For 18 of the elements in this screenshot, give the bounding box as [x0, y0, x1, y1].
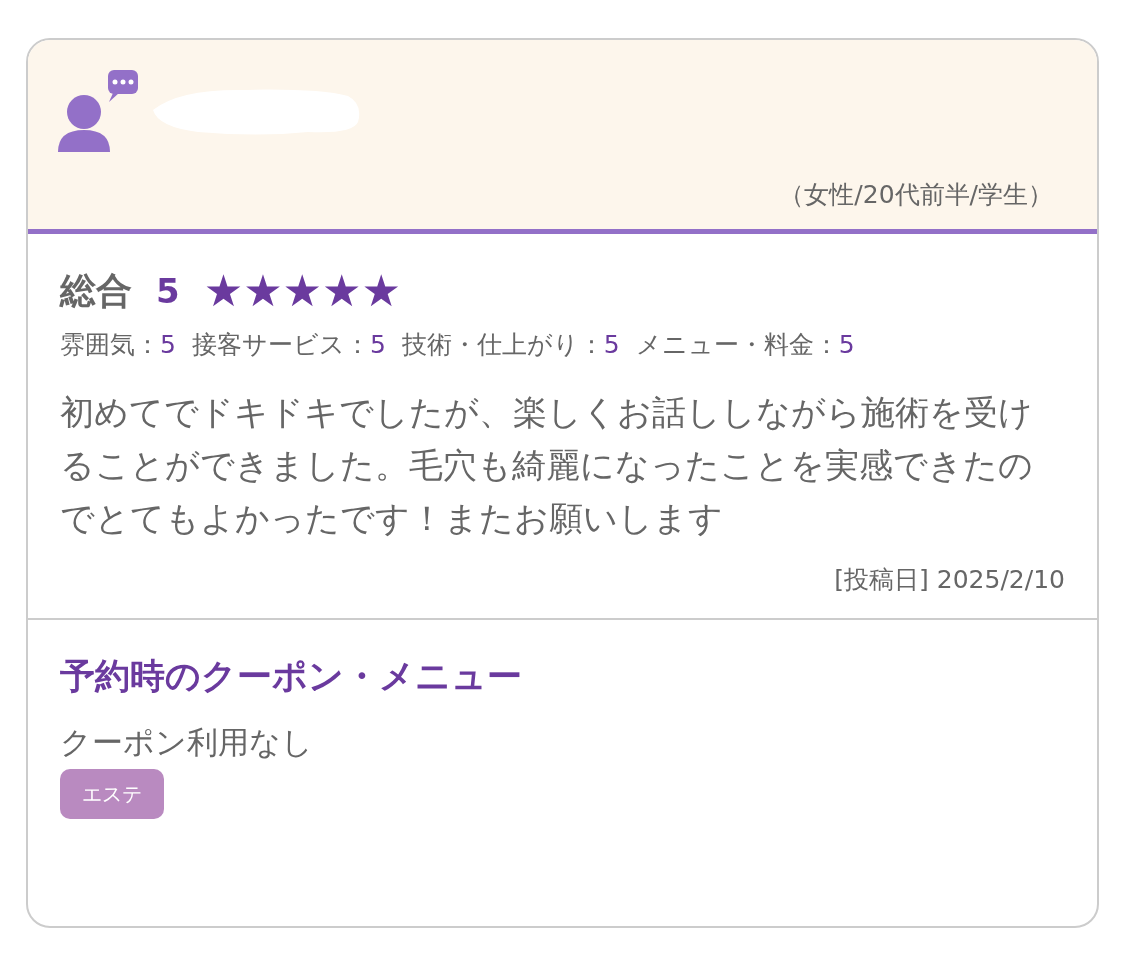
star-icon: ★: [203, 269, 244, 313]
overall-label: 総合: [60, 269, 132, 313]
category-tag: エステ: [60, 769, 164, 819]
star-icon: ★: [243, 269, 283, 313]
overall-score: 5: [156, 269, 180, 313]
star-icon: ★: [322, 269, 362, 313]
rating-item: メニュー・料金：5: [635, 329, 855, 361]
post-date: [投稿日] 2025/2/10: [834, 563, 1065, 596]
reviewer-profile: （女性/20代前半/学生）: [779, 178, 1053, 211]
section-heading: 予約時のクーポン・メニュー: [60, 655, 523, 698]
user-chat-icon: [58, 70, 140, 152]
rating-item: 技術・仕上がり：5: [401, 329, 620, 361]
review-text: 初めてでドキドキでしたが、楽しくお話ししながら施術を受けることができました。毛穴も綺麗になったことを実感できたのでとてもよかったです！またお願いします: [60, 390, 1034, 540]
rating-item: 接客サービス：5: [191, 329, 386, 361]
star-icon: ★: [361, 269, 401, 313]
rating-item: 雰囲気：5: [60, 329, 176, 361]
coupon-text: クーポン利用なし: [60, 722, 314, 762]
star-icon: ★: [282, 269, 323, 313]
